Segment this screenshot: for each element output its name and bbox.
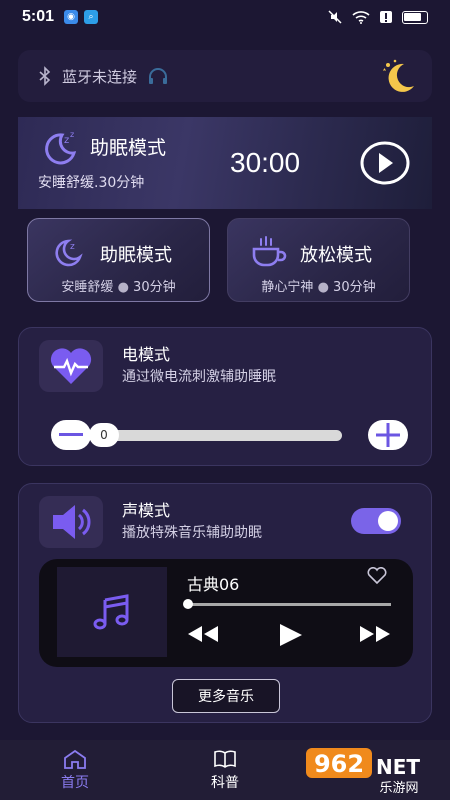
mode-card-title: 助眠模式	[100, 245, 172, 266]
mute-icon	[328, 10, 342, 24]
tab-label: 科普	[211, 774, 239, 791]
electric-mode-panel: 电模式 通过微电流刺激辅助睡眠 0	[18, 327, 432, 466]
intensity-slider-handle[interactable]: 0	[89, 423, 119, 447]
svg-text:z: z	[70, 242, 75, 252]
bluetooth-bar[interactable]: 蓝牙未连接	[18, 50, 432, 102]
svg-text:z: z	[64, 135, 69, 146]
favorite-heart-icon[interactable]	[367, 567, 387, 585]
mode-card-subtitle: 静心宁神 ● 30分钟	[261, 280, 376, 295]
mode-card-title: 放松模式	[300, 245, 372, 266]
rewind-icon[interactable]	[185, 623, 221, 645]
tab-home[interactable]: 首页	[0, 740, 150, 800]
track-name: 古典06	[187, 575, 240, 594]
decrease-button[interactable]	[51, 420, 91, 450]
play-icon[interactable]	[360, 141, 410, 185]
tea-cup-icon	[252, 236, 287, 267]
more-music-button[interactable]: 更多音乐	[172, 679, 280, 713]
svg-text:乐游网: 乐游网	[379, 781, 418, 794]
bluetooth-status: 蓝牙未连接	[62, 67, 138, 86]
minus-icon	[59, 433, 83, 436]
fast-forward-icon[interactable]	[357, 623, 393, 645]
sound-mode-panel: 声模式 播放特殊音乐辅助助眠 古典06 更多音乐	[18, 483, 432, 723]
status-time: 5:01	[22, 8, 55, 25]
tab-science[interactable]: 科普	[150, 740, 300, 800]
status-bar: 5:01 ◉ ⌕	[0, 0, 450, 34]
sleep-moon-icon: z	[55, 239, 83, 267]
book-icon	[214, 750, 236, 768]
search-notification-icon: ⌕	[84, 10, 99, 24]
sound-mode-toggle[interactable]	[351, 508, 401, 534]
headphones-icon	[149, 68, 168, 84]
watermark-logo: 962 NET 乐游网	[306, 748, 420, 794]
music-player: 古典06	[39, 559, 413, 667]
electric-mode-desc: 通过微电流刺激辅助睡眠	[122, 369, 276, 385]
tab-label: 首页	[61, 774, 89, 791]
plus-icon	[376, 423, 400, 447]
svg-text:NET: NET	[376, 755, 420, 779]
svg-text:z: z	[70, 130, 74, 139]
home-icon	[64, 749, 86, 769]
electric-mode-title: 电模式	[122, 345, 171, 364]
timer-display: 30:00	[230, 147, 301, 178]
alert-icon	[380, 11, 392, 23]
svg-text:962: 962	[314, 750, 364, 778]
banner-subtitle: 安睡舒缓.30分钟	[38, 175, 145, 191]
track-progress-handle[interactable]	[183, 599, 193, 609]
app-notification-icon: ◉	[64, 10, 79, 24]
album-cover	[57, 567, 167, 657]
increase-button[interactable]	[368, 420, 408, 450]
intensity-slider-track[interactable]	[94, 430, 342, 441]
sound-mode-desc: 播放特殊音乐辅助助眠	[122, 525, 262, 541]
play-icon[interactable]	[277, 623, 303, 647]
battery-icon	[402, 10, 428, 24]
track-progress-bar[interactable]	[187, 603, 391, 606]
speaker-icon	[39, 496, 103, 548]
sound-mode-title: 声模式	[122, 501, 171, 520]
mode-card-sleep[interactable]: z 助眠模式 安睡舒缓 ● 30分钟	[27, 218, 210, 302]
sleep-moon-icon: z z	[45, 130, 77, 165]
music-note-icon	[93, 594, 129, 630]
night-mode-icon[interactable]	[380, 58, 418, 94]
bluetooth-icon	[39, 66, 51, 86]
heart-pulse-icon	[39, 340, 103, 392]
banner-title: 助眠模式	[90, 137, 167, 159]
mode-card-subtitle: 安睡舒缓 ● 30分钟	[61, 280, 176, 295]
mode-card-relax[interactable]: 放松模式 静心宁神 ● 30分钟	[227, 218, 410, 302]
current-mode-banner: z z 助眠模式 安睡舒缓.30分钟 30:00	[18, 117, 432, 209]
wifi-icon	[352, 11, 370, 24]
